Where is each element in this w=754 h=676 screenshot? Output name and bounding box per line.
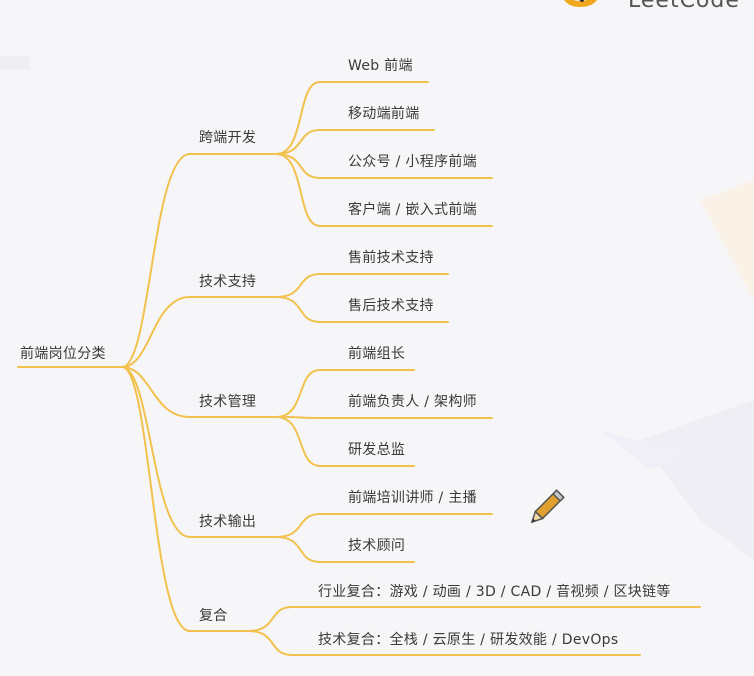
branch-2-to-leaf-0 bbox=[275, 369, 321, 418]
branch-tech-management: 技术管理 bbox=[199, 394, 257, 410]
leaf-rd-director: 研发总监 bbox=[348, 442, 406, 458]
branch-0-to-leaf-2 bbox=[275, 153, 321, 179]
leaf-architect: 前端负责人 / 架构师 bbox=[348, 394, 477, 410]
branch-composite: 复合 bbox=[199, 608, 228, 624]
leaf-presales-support: 售前技术支持 bbox=[348, 250, 434, 266]
leaf-tech-consultant: 技术顾问 bbox=[348, 538, 406, 554]
root-to-branch-3 bbox=[121, 366, 191, 538]
leaf-industry-composite: 行业复合：游戏 / 动画 / 3D / CAD / 音视频 / 区块链等 bbox=[318, 584, 671, 600]
branch-4-to-leaf-1 bbox=[247, 630, 293, 656]
leaf-trainer-streamer: 前端培训讲师 / 主播 bbox=[348, 490, 477, 506]
leaf-tech-composite: 技术复合：全栈 / 云原生 / 研发效能 / DevOps bbox=[318, 632, 619, 648]
mindmap-connectors bbox=[17, 81, 701, 656]
branch-cross-platform: 跨端开发 bbox=[199, 130, 257, 146]
mindmap-root: 前端岗位分类 bbox=[20, 346, 106, 362]
leaf-client-embedded-frontend: 客户端 / 嵌入式前端 bbox=[348, 202, 477, 218]
branch-1-to-leaf-0 bbox=[275, 273, 321, 298]
root-to-branch-0 bbox=[121, 153, 191, 368]
leaf-web-frontend: Web 前端 bbox=[348, 58, 413, 74]
branch-3-to-leaf-1 bbox=[275, 536, 321, 563]
leaf-team-lead: 前端组长 bbox=[348, 346, 406, 362]
branch-2-to-leaf-2 bbox=[275, 416, 321, 467]
branch-3-to-leaf-0 bbox=[275, 513, 321, 538]
root-to-branch-4 bbox=[121, 366, 191, 632]
branch-1-to-leaf-1 bbox=[275, 296, 321, 323]
leaf-miniprogram-frontend: 公众号 / 小程序前端 bbox=[348, 154, 477, 170]
branch-tech-output: 技术输出 bbox=[199, 514, 257, 530]
branch-4-to-leaf-0 bbox=[247, 606, 293, 632]
pencil-cursor-icon bbox=[530, 489, 565, 524]
leaf-aftersales-support: 售后技术支持 bbox=[348, 298, 434, 314]
branch-0-to-leaf-0 bbox=[275, 81, 321, 155]
branch-tech-support: 技术支持 bbox=[199, 274, 257, 290]
branch-0-to-leaf-3 bbox=[275, 153, 321, 227]
branch-0-to-leaf-1 bbox=[275, 129, 321, 155]
leaf-mobile-frontend: 移动端前端 bbox=[348, 106, 420, 122]
